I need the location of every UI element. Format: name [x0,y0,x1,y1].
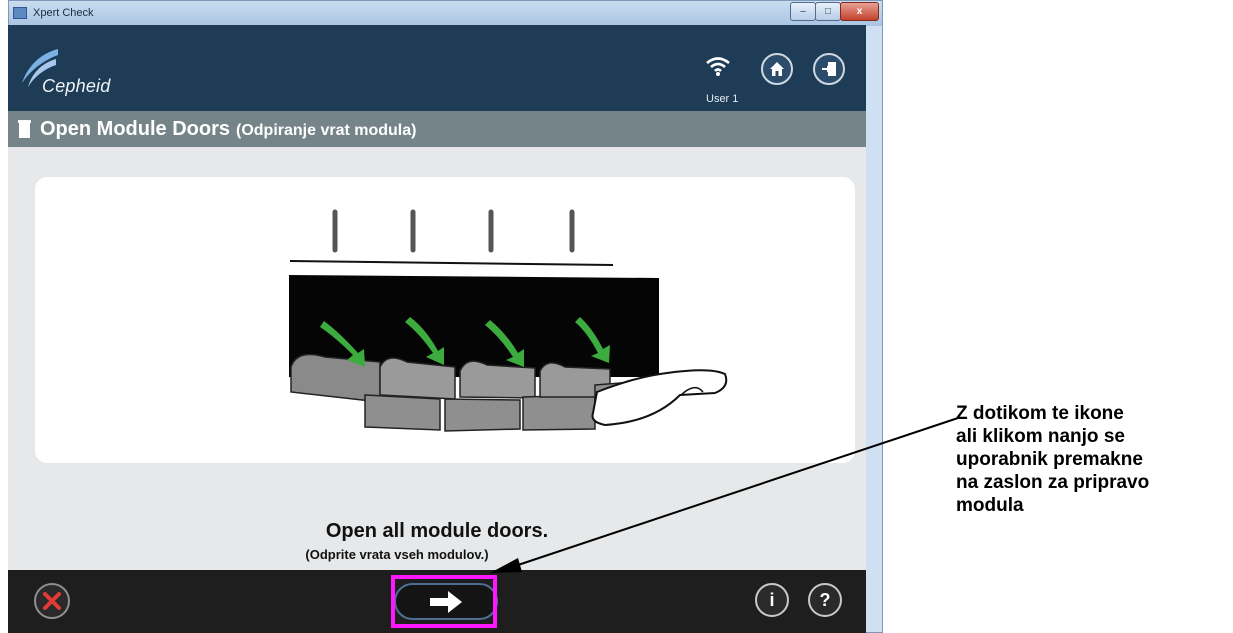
section-header: Open Module Doors (Odpiranje vrat modula) [8,111,866,147]
next-button-highlight [391,575,497,628]
logo-text: Cepheid [42,76,111,96]
home-icon [770,62,784,76]
app-header: Cepheid User 1 [8,25,866,111]
footer-bar: i ? [8,570,866,633]
minimize-button[interactable]: – [790,2,816,21]
module-icon [18,120,31,138]
cancel-x-icon [43,592,61,610]
cancel-button[interactable] [34,583,70,619]
wifi-icon [706,57,730,76]
exit-icon [822,62,836,76]
page-title-main: Open Module Doors [40,118,230,140]
maximize-button[interactable]: □ [815,2,841,21]
info-button[interactable]: i [755,583,789,617]
help-button[interactable]: ? [808,583,842,617]
home-button[interactable] [761,53,793,85]
close-window-button[interactable]: x [840,2,879,21]
user-label: User 1 [706,93,739,105]
instruction-text: Open all module doors. [325,520,549,542]
window-title: Xpert Check [33,7,94,19]
illustration-card [35,177,855,463]
app-icon [13,7,27,19]
instruction-subtext: (Odprite vrata vseh modulov.) [305,547,489,562]
app-content: Cepheid User 1 Open Module Doors (Odpira… [8,25,866,633]
window-titlebar: Xpert Check – □ x [9,1,882,26]
annotation-text: Z dotikom te ikone ali klikom nanjo se u… [956,403,1150,516]
module-doors-illustration [289,209,728,432]
page-title-subtitle: (Odpiranje vrat modula) [236,122,417,139]
exit-button[interactable] [813,53,845,85]
page-title: Open Module Doors (Odpiranje vrat modula) [40,118,416,141]
